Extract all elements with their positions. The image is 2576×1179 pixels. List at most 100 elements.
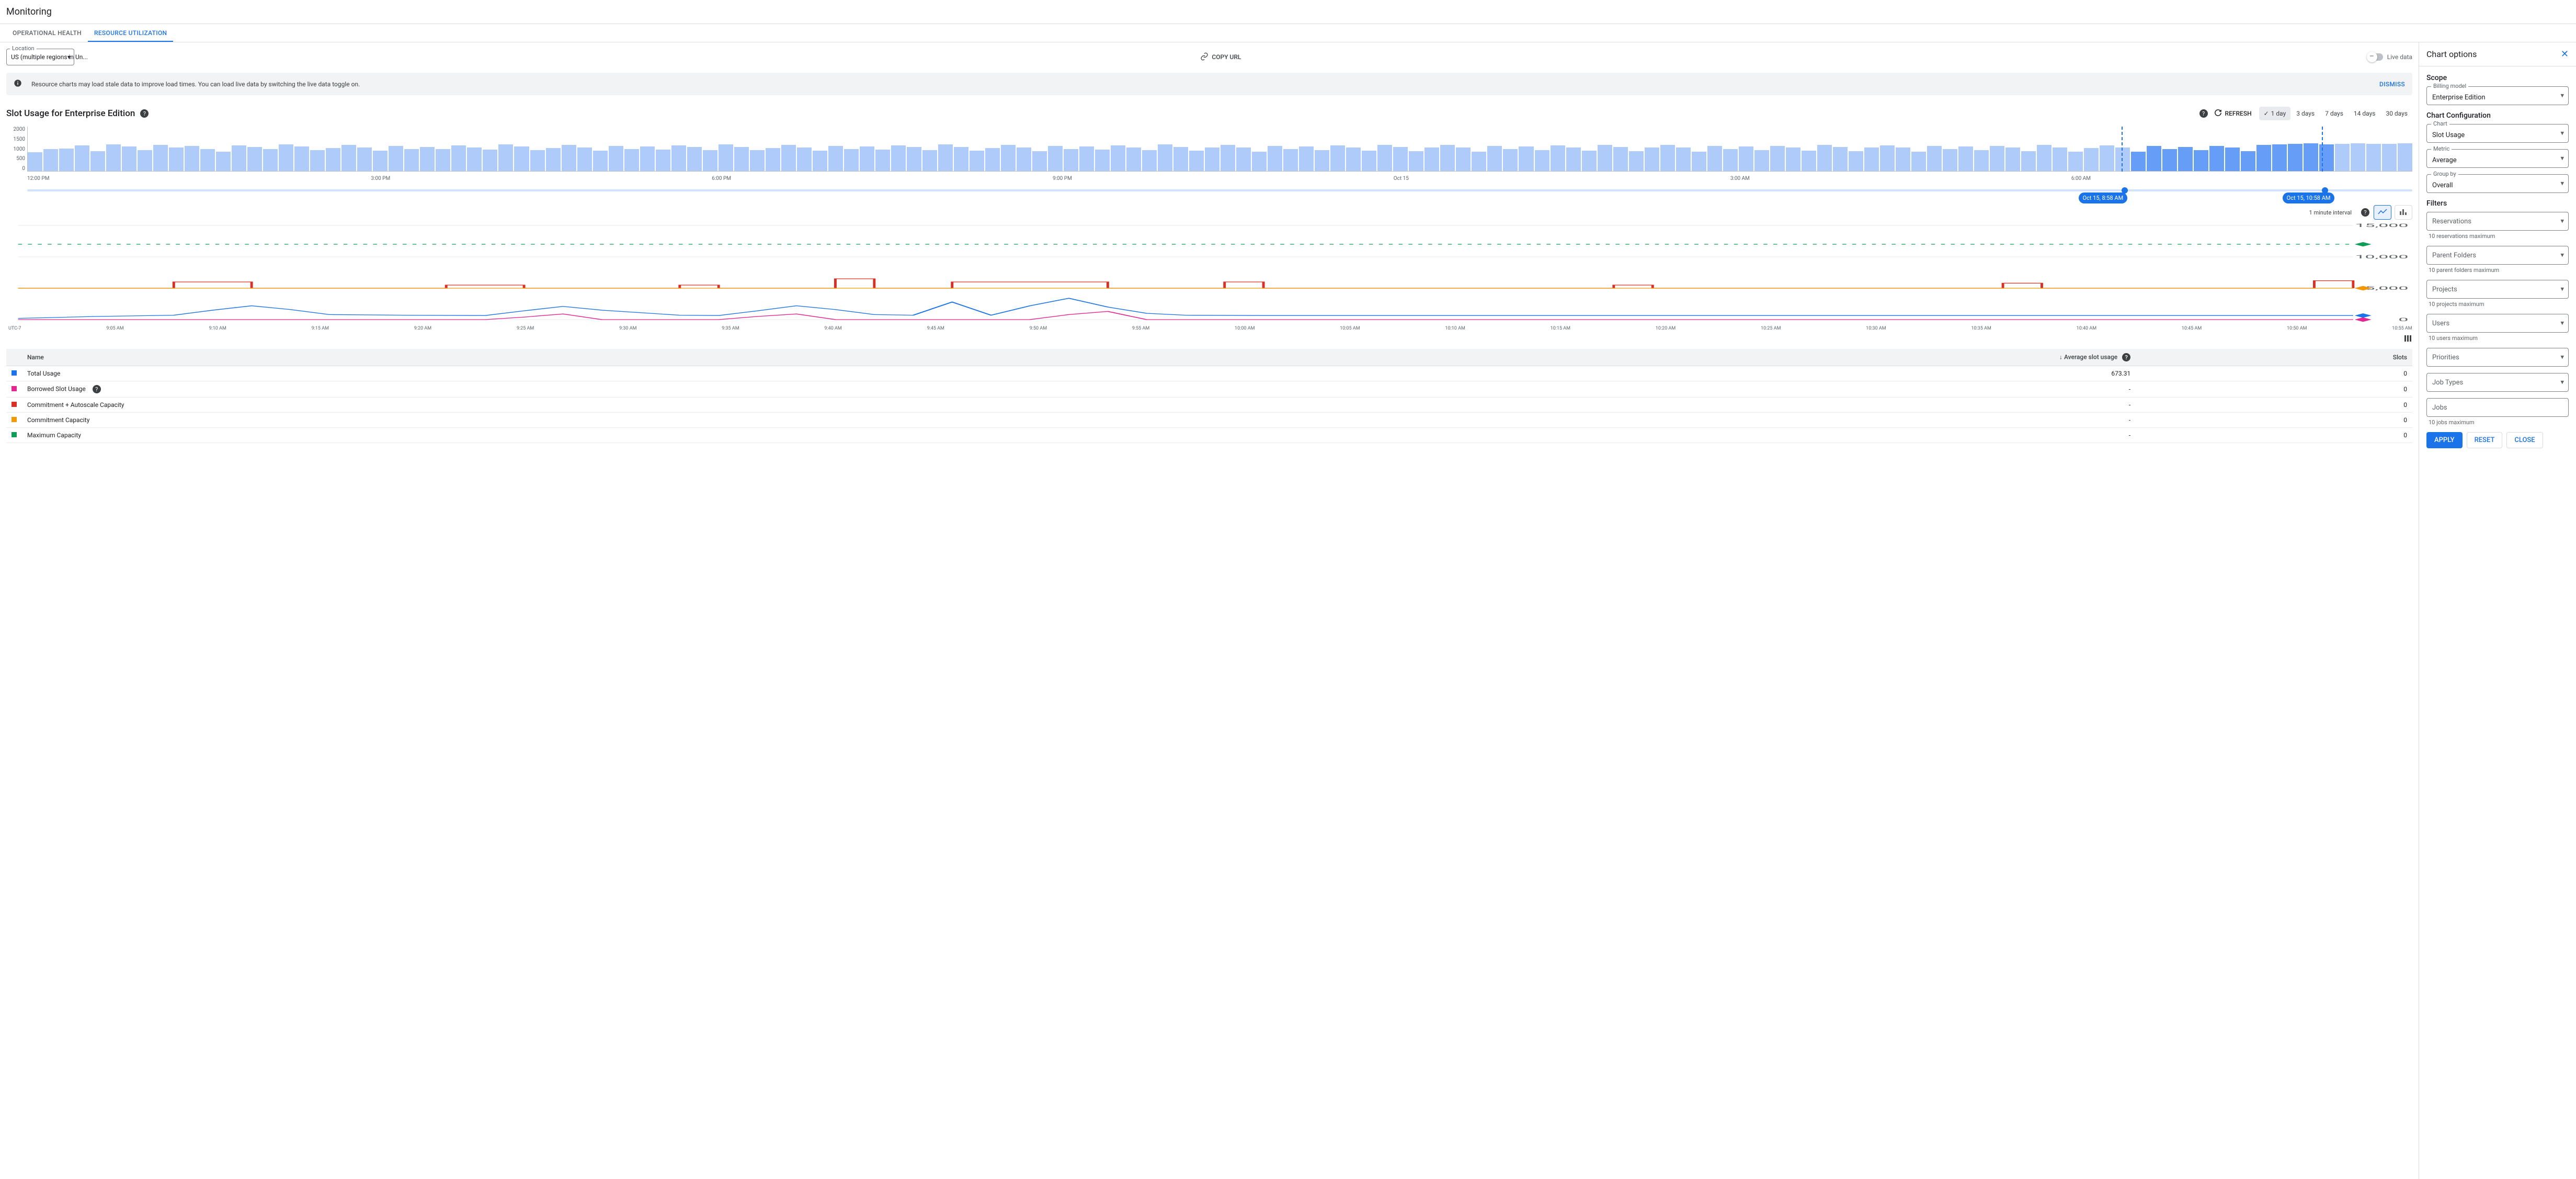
- caret-down-icon: ▾: [2560, 92, 2564, 100]
- main-content: Location US (multiple regions in Un... ▾…: [0, 42, 2419, 1179]
- selection-start-line: [2122, 127, 2123, 172]
- caret-down-icon: ▾: [2560, 130, 2564, 138]
- projects-hint: 10 projects maximum: [2429, 301, 2569, 308]
- col-avg[interactable]: ↓ Average slot usage ?: [1223, 349, 2136, 366]
- help-icon[interactable]: ?: [93, 385, 101, 393]
- chart-options-panel: Chart options ✕ Scope Billing model Ente…: [2419, 42, 2576, 1179]
- time-range-group: ✓ 1 day 3 days 7 days 14 days 30 days: [2259, 107, 2412, 120]
- chart-select[interactable]: Chart Slot Usage ▾: [2426, 124, 2569, 143]
- section-title: Slot Usage for Enterprise Edition: [6, 108, 135, 119]
- config-heading: Chart Configuration: [2426, 111, 2569, 120]
- caret-down-icon: ▾: [2560, 379, 2564, 387]
- chart-type-bar-button[interactable]: [2395, 205, 2412, 220]
- table-row[interactable]: Total Usage673.310: [6, 366, 2412, 381]
- range-3days[interactable]: 3 days: [2292, 107, 2319, 120]
- location-select[interactable]: Location US (multiple regions in Un... ▾: [6, 49, 74, 65]
- caret-down-icon: ▾: [2560, 320, 2564, 327]
- chart-type-line-button[interactable]: [2374, 205, 2391, 220]
- billing-model-select[interactable]: Billing model Enterprise Edition ▾: [2426, 86, 2569, 105]
- selection-pill-end: Oct 15, 10:58 AM: [2283, 192, 2335, 203]
- reservations-filter[interactable]: Reservations ▾: [2426, 212, 2569, 231]
- projects-filter[interactable]: Projects ▾: [2426, 280, 2569, 299]
- svg-text:0: 0: [2398, 317, 2408, 323]
- metric-select[interactable]: Metric Average ▾: [2426, 149, 2569, 168]
- table-row[interactable]: Borrowed Slot Usage ?-0: [6, 381, 2412, 398]
- caret-down-icon: ▾: [2560, 218, 2564, 225]
- columns-icon[interactable]: [2404, 334, 2412, 345]
- info-banner-text: Resource charts may load stale data to i…: [31, 81, 2379, 88]
- reservations-hint: 10 reservations maximum: [2429, 233, 2569, 240]
- parent-folders-filter[interactable]: Parent Folders ▾: [2426, 246, 2569, 265]
- svg-text:10,000: 10,000: [2355, 254, 2408, 260]
- range-30days[interactable]: 30 days: [2381, 107, 2412, 120]
- scope-heading: Scope: [2426, 74, 2569, 82]
- overview-x-ticks: 12:00 PM 3:00 PM 6:00 PM 9:00 PM Oct 15 …: [27, 174, 2412, 184]
- col-name[interactable]: Name: [22, 349, 1223, 366]
- sort-down-icon: ↓: [2059, 354, 2062, 361]
- job-types-filter[interactable]: Job Types ▾: [2426, 373, 2569, 392]
- refresh-label: REFRESH: [2225, 110, 2252, 117]
- refresh-icon: [2214, 109, 2222, 118]
- caret-down-icon: ▾: [2560, 354, 2564, 361]
- link-icon: [1200, 52, 1209, 62]
- info-banner: Resource charts may load stale data to i…: [6, 73, 2412, 95]
- check-icon: ✓: [2264, 110, 2269, 117]
- overview-bars: [27, 127, 2412, 172]
- range-1day[interactable]: ✓ 1 day: [2259, 107, 2291, 120]
- table-row[interactable]: Maximum Capacity-0: [6, 428, 2412, 443]
- selection-rail[interactable]: Oct 15, 8:58 AM Oct 15, 10:58 AM: [27, 189, 2412, 191]
- help-icon[interactable]: ?: [2361, 208, 2369, 217]
- users-hint: 10 users maximum: [2429, 335, 2569, 342]
- copy-url-button[interactable]: COPY URL: [1200, 52, 1241, 62]
- selection-pill-start: Oct 15, 8:58 AM: [2079, 192, 2128, 203]
- caret-down-icon: ▾: [2560, 155, 2564, 163]
- reset-button[interactable]: RESET: [2467, 432, 2503, 448]
- copy-url-label: COPY URL: [1212, 53, 1241, 61]
- col-slots[interactable]: Slots: [2136, 349, 2412, 366]
- caret-down-icon: ▾: [2560, 180, 2564, 188]
- filters-heading: Filters: [2426, 199, 2569, 208]
- overview-chart[interactable]: 2000 1500 1000 500 0 12:00 PM 3:00 PM 6:…: [6, 127, 2412, 184]
- svg-text:15,000: 15,000: [2355, 223, 2408, 229]
- legend-table: Name ↓ Average slot usage ? Slots Total …: [6, 349, 2412, 443]
- selection-end-line: [2322, 127, 2323, 172]
- close-button[interactable]: CLOSE: [2506, 432, 2543, 448]
- help-icon[interactable]: ?: [140, 109, 149, 118]
- apply-button[interactable]: APPLY: [2426, 432, 2463, 448]
- overview-y-ticks: 2000 1500 1000 500 0: [6, 127, 27, 172]
- location-label: Location: [10, 45, 37, 52]
- table-row[interactable]: Commitment + Autoscale Capacity-0: [6, 398, 2412, 413]
- close-icon[interactable]: ✕: [2561, 49, 2569, 60]
- range-7days[interactable]: 7 days: [2320, 107, 2348, 120]
- tab-operational-health[interactable]: OPERATIONAL HEALTH: [6, 24, 88, 42]
- dismiss-button[interactable]: DISMISS: [2379, 81, 2405, 88]
- users-filter[interactable]: Users ▾: [2426, 314, 2569, 333]
- groupby-select[interactable]: Group by Overall ▾: [2426, 174, 2569, 193]
- jobs-hint: 10 jobs maximum: [2429, 419, 2569, 426]
- live-data-toggle-group: – Live data: [2367, 53, 2412, 61]
- slot-usage-header: Slot Usage for Enterprise Edition ? ? RE…: [6, 107, 2412, 120]
- location-value: US (multiple regions in Un...: [11, 53, 88, 61]
- detail-x-ticks: UTC-79:05 AM9:10 AM9:15 AM9:20 AM9:25 AM…: [6, 325, 2412, 331]
- line-chart-icon: [2378, 209, 2387, 217]
- detail-chart[interactable]: 15,000 10,000 5,000 0: [6, 223, 2412, 325]
- refresh-button[interactable]: REFRESH: [2214, 109, 2252, 118]
- jobs-filter[interactable]: Jobs: [2426, 398, 2569, 417]
- help-icon[interactable]: ?: [2199, 109, 2208, 118]
- caret-down-icon: ▾: [67, 53, 71, 61]
- priorities-filter[interactable]: Priorities ▾: [2426, 348, 2569, 367]
- help-icon[interactable]: ?: [2122, 353, 2130, 361]
- live-data-toggle[interactable]: –: [2367, 53, 2383, 61]
- parent-folders-hint: 10 parent folders maximum: [2429, 267, 2569, 274]
- bar-chart-icon: [2399, 209, 2408, 217]
- tabs: OPERATIONAL HEALTH RESOURCE UTILIZATION: [0, 24, 2576, 42]
- panel-title: Chart options: [2426, 49, 2477, 59]
- page-title: Monitoring: [0, 0, 2576, 24]
- detail-toolbar: 1 minute interval ?: [6, 205, 2412, 220]
- svg-text:5,000: 5,000: [2365, 286, 2409, 291]
- caret-down-icon: ▾: [2560, 252, 2564, 259]
- info-icon: [14, 79, 22, 89]
- range-14days[interactable]: 14 days: [2349, 107, 2380, 120]
- tab-resource-utilization[interactable]: RESOURCE UTILIZATION: [88, 24, 173, 42]
- table-row[interactable]: Commitment Capacity-0: [6, 413, 2412, 428]
